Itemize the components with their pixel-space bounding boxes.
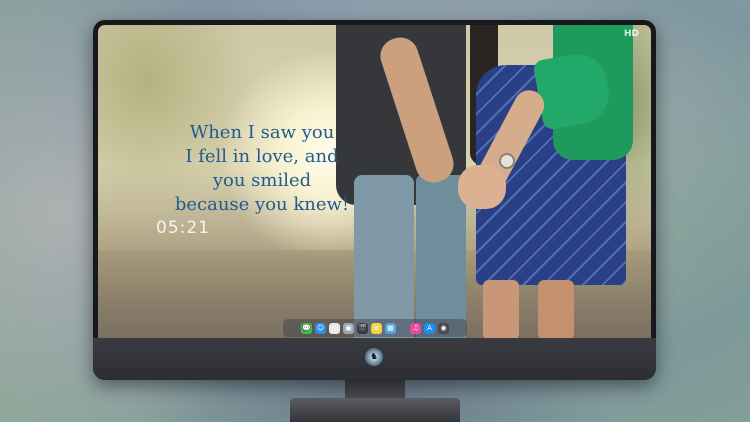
wallpaper-woman-leg: [538, 280, 574, 338]
monitor-chin: ♞: [93, 338, 656, 380]
dock-preview-icon[interactable]: ▣: [343, 322, 354, 334]
dock-messages-icon[interactable]: 💬: [301, 322, 312, 334]
monitor: HD When I saw you I fell in love, and yo…: [93, 20, 656, 380]
dock-notes-icon[interactable]: ≡: [371, 322, 382, 334]
wallpaper-watermark: HD: [623, 29, 639, 39]
quote-line: When I saw you: [189, 122, 335, 143]
dock-video-icon[interactable]: 🎬: [357, 322, 368, 334]
wallpaper-man-jeans: [416, 175, 466, 338]
dock-finder-icon[interactable]: ☺: [315, 322, 326, 334]
dock-clock-icon[interactable]: ◷: [329, 322, 340, 334]
wallpaper-quote: When I saw you I fell in love, and you s…: [112, 121, 412, 217]
quote-line: you smiled: [212, 170, 312, 191]
desktop-screen: HD When I saw you I fell in love, and yo…: [98, 25, 651, 338]
dock-itunes-icon[interactable]: ♫: [410, 322, 421, 334]
desktop-clock: 05:21: [156, 218, 210, 238]
quote-line: I fell in love, and: [185, 146, 339, 167]
monitor-stand-neck: [345, 380, 405, 400]
brand-logo-icon: ♞: [365, 348, 383, 366]
wallpaper-watch: [499, 153, 515, 169]
wallpaper-woman-leg: [483, 280, 519, 338]
monitor-stand-base: [290, 398, 460, 422]
wallpaper-held-hands: [458, 165, 506, 209]
dock-camera-icon[interactable]: ◉: [438, 322, 449, 334]
quote-line: because you knew!: [174, 194, 350, 215]
dock: 💬 ☺ ◷ ▣ 🎬 ≡ ▦ ♫ A ◉: [283, 319, 467, 337]
dock-photos-icon[interactable]: ▦: [385, 322, 396, 334]
dock-app-store-icon[interactable]: A: [424, 322, 435, 334]
